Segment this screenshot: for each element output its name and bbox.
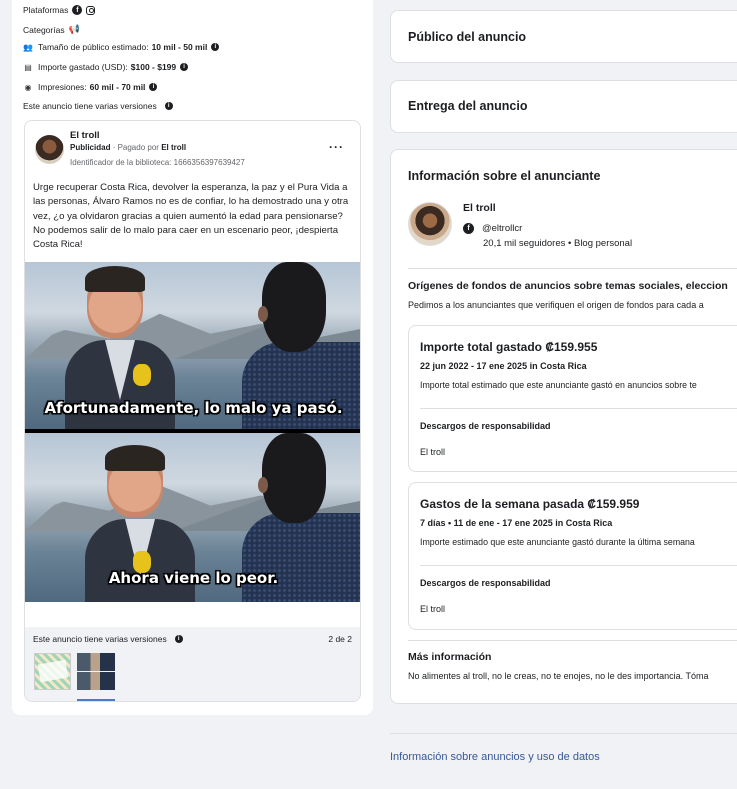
- impressions-value: 60 mil - 70 mil: [89, 82, 146, 92]
- ad-body-text: Urge recuperar Costa Rica, devolver la e…: [33, 182, 349, 251]
- advertiser-handle-row: f @eltrollcr: [463, 223, 522, 234]
- impressions-row: ◉ Impresiones: 60 mil - 70 mil i: [23, 82, 158, 92]
- total-spend-dates: 22 jun 2022 - 17 ene 2025 in Costa Rica: [420, 361, 587, 371]
- info-icon[interactable]: i: [164, 102, 173, 110]
- divider: [408, 640, 737, 641]
- disclaimer-label: Descargos de responsabilidad: [420, 421, 551, 431]
- spend-label: Importe gastado (USD):: [38, 62, 128, 72]
- meme-panel-bottom: Ahora viene lo peor.: [25, 433, 360, 602]
- meme-panel-top: Afortunadamente, lo malo ya pasó.: [25, 262, 360, 429]
- multi-versions-label: Este anuncio tiene varias versiones: [23, 101, 157, 111]
- audience-section-title[interactable]: Público del anuncio: [408, 30, 526, 44]
- page-avatar[interactable]: [35, 135, 64, 164]
- weekly-spend-dates: 7 días • 11 de ene - 17 ene 2025 in Cost…: [420, 518, 613, 528]
- more-info-title: Más información: [408, 651, 492, 663]
- facebook-icon: f: [463, 223, 474, 234]
- weekly-spend-title: Gastos de la semana pasada ₡159.959: [420, 497, 640, 511]
- delivery-section[interactable]: Entrega del anuncio: [390, 80, 737, 133]
- audience-row: 👥 Tamaño de público estimado: 10 mil - 5…: [23, 42, 220, 52]
- audience-section[interactable]: Público del anuncio: [390, 10, 737, 63]
- footer-divider: [390, 733, 737, 734]
- info-icon[interactable]: i: [174, 635, 183, 643]
- more-options-icon[interactable]: ···: [329, 140, 344, 154]
- money-icon: ▤: [24, 62, 32, 72]
- version-thumbnail-1[interactable]: [34, 653, 71, 690]
- meme-caption-bottom: Ahora viene lo peor.: [108, 569, 279, 587]
- weekly-spend-card: Gastos de la semana pasada ₡159.959 7 dí…: [408, 482, 737, 630]
- versions-label: Este anuncio tiene varias versiones: [33, 634, 167, 644]
- total-spend-card: Importe total gastado ₡159.955 22 jun 20…: [408, 325, 737, 472]
- spend-value: $100 - $199: [130, 62, 177, 72]
- info-icon[interactable]: i: [180, 63, 189, 71]
- divider: [408, 268, 737, 269]
- paid-by-prefix: · Pagado por: [112, 143, 159, 152]
- categories-row: Categorías 📢: [23, 24, 80, 35]
- categories-label: Categorías: [23, 24, 65, 35]
- funds-title: Orígenes de fondos de anuncios sobre tem…: [408, 280, 728, 292]
- ad-preview-card: El troll Publicidad · Pagado por El trol…: [24, 120, 361, 702]
- microphone-icon: [133, 364, 151, 386]
- spend-row: ▤ Importe gastado (USD): $100 - $199 i: [23, 62, 189, 72]
- megaphone-icon: 📢: [68, 24, 80, 34]
- versions-label-row: Este anuncio tiene varias versiones i: [33, 634, 183, 644]
- sponsored-line: Publicidad · Pagado por El troll: [70, 143, 186, 152]
- meme-caption-top: Afortunadamente, lo malo ya pasó.: [44, 399, 343, 417]
- version-thumbnail-2[interactable]: [77, 653, 115, 690]
- funds-description: Pedimos a los anunciantes que verifiquen…: [408, 300, 704, 310]
- total-spend-title: Importe total gastado ₡159.955: [420, 340, 598, 354]
- audience-value: 10 mil - 50 mil: [151, 42, 208, 52]
- platforms-label: Plataformas: [23, 5, 69, 15]
- divider: [420, 565, 737, 566]
- disclaimer-value: El troll: [420, 447, 446, 457]
- page-name[interactable]: El troll: [70, 130, 100, 141]
- advertiser-section: Información sobre el anunciante El troll…: [390, 149, 737, 704]
- divider: [420, 408, 737, 409]
- ad-image[interactable]: Afortunadamente, lo malo ya pasó. Ahora …: [25, 262, 360, 602]
- paid-by-name: El troll: [161, 143, 187, 152]
- sponsored-label: Publicidad: [70, 143, 111, 152]
- selected-version-indicator: [77, 699, 115, 701]
- advertiser-section-title: Información sobre el anunciante: [408, 169, 601, 183]
- advertiser-avatar[interactable]: [408, 202, 452, 246]
- instagram-icon: [86, 5, 96, 15]
- weekly-spend-description: Importe estimado que este anunciante gas…: [420, 537, 695, 547]
- facebook-icon: f: [72, 5, 83, 15]
- audience-label: Tamaño de público estimado:: [38, 42, 149, 52]
- multi-versions-row: Este anuncio tiene varias versiones i: [23, 101, 173, 111]
- total-spend-description: Importe total estimado que este anuncian…: [420, 380, 697, 390]
- versions-bar: Este anuncio tiene varias versiones i 2 …: [25, 627, 360, 701]
- impressions-label: Impresiones:: [38, 82, 87, 92]
- people-icon: 👥: [23, 42, 33, 52]
- library-id: Identificador de la biblioteca: 16663563…: [70, 158, 245, 167]
- advertiser-handle[interactable]: @eltrollcr: [482, 223, 522, 234]
- platforms-row: Plataformas f: [23, 5, 96, 15]
- disclaimer-value: El troll: [420, 604, 446, 614]
- eye-icon: ◉: [24, 82, 32, 92]
- advertiser-followers: 20,1 mil seguidores • Blog personal: [483, 238, 633, 249]
- disclaimer-label: Descargos de responsabilidad: [420, 578, 551, 588]
- info-icon[interactable]: i: [211, 43, 220, 51]
- advertiser-name[interactable]: El troll: [463, 202, 496, 214]
- more-info-text: No alimentes al troll, no le creas, no t…: [408, 671, 709, 681]
- info-icon[interactable]: i: [149, 83, 158, 91]
- delivery-section-title[interactable]: Entrega del anuncio: [408, 99, 527, 113]
- versions-count: 2 de 2: [328, 634, 352, 644]
- ads-data-info-link[interactable]: Información sobre anuncios y uso de dato…: [390, 751, 600, 763]
